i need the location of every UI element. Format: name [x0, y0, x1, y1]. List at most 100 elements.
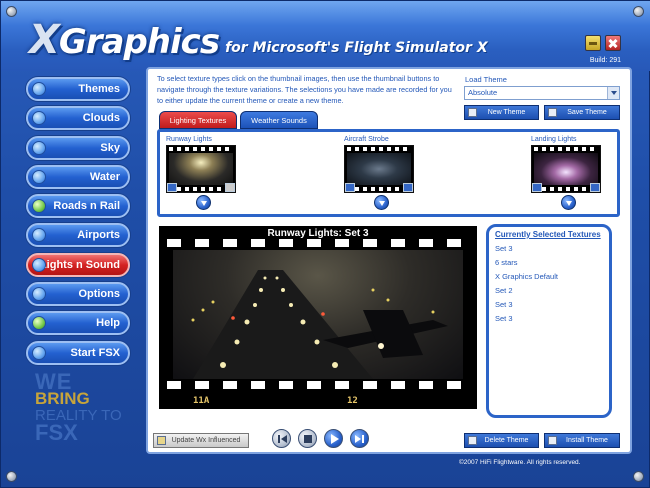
water-icon — [32, 169, 46, 184]
thumbnail-label: Runway Lights — [166, 136, 212, 143]
logo-text: Graphics — [58, 22, 220, 62]
install-icon — [548, 436, 557, 445]
sidebar-item-label: Themes — [78, 83, 120, 95]
skip-forward-button[interactable] — [350, 429, 369, 448]
sidebar-item-sky[interactable]: Sky — [26, 135, 130, 160]
selected-textures-panel: Currently Selected Textures Set 3 6 star… — [486, 224, 612, 418]
skip-back-icon — [278, 435, 287, 443]
slogan: WE BRING REALITY TO FSX — [35, 369, 135, 445]
preview-caption-right: 12 — [347, 396, 358, 406]
sidebar-item-options[interactable]: Options — [26, 282, 130, 307]
install-theme-button[interactable]: Install Theme — [544, 433, 620, 448]
preview-title: Runway Lights: Set 3 — [267, 228, 369, 239]
sidebar-item-label: Sky — [100, 141, 120, 154]
button-label: Update Wx Influenced — [171, 437, 241, 444]
plane-icon — [32, 345, 46, 360]
logo-subtitle: for Microsoft's Flight Simulator X — [225, 40, 488, 56]
sidebar-item-label: Roads n Rail — [53, 200, 120, 213]
sidebar-item-start-fsx[interactable]: Start FSX — [26, 340, 130, 365]
thumbnail-next-button[interactable] — [403, 183, 413, 192]
thumbnail-next-button[interactable] — [225, 183, 235, 192]
sidebar-item-lights-n-sound[interactable]: Lights n Sound — [26, 252, 130, 277]
chevron-down-icon[interactable] — [607, 87, 619, 99]
select-down-button[interactable] — [195, 195, 211, 210]
skip-back-button[interactable] — [272, 429, 291, 448]
intro-text: To select texture types click on the thu… — [157, 74, 452, 105]
thumbnail-prev-button[interactable] — [167, 183, 177, 192]
globe-icon — [32, 82, 46, 96]
slogan-line: WE — [35, 369, 73, 394]
select-down-button[interactable] — [373, 195, 389, 210]
sidebar-item-clouds[interactable]: Clouds — [26, 106, 130, 131]
main-panel: To select texture types click on the thu… — [146, 67, 632, 454]
sidebar-item-themes[interactable]: Themes — [26, 77, 130, 101]
copyright: ©2007 HiFi Flightware. All rights reserv… — [459, 459, 581, 466]
stop-button[interactable] — [298, 429, 317, 448]
options-icon — [32, 287, 46, 302]
document-icon — [468, 108, 477, 117]
sidebar-item-label: Clouds — [82, 112, 120, 125]
tab-weather-sounds[interactable]: Weather Sounds — [240, 111, 318, 129]
play-icon — [331, 434, 339, 444]
preview-image — [173, 250, 463, 379]
texture-thumbnails: Runway Lights Aircraft Strobe Landing Li… — [157, 129, 620, 217]
sidebar-item-airports[interactable]: Airports — [26, 223, 130, 248]
thumbnail-image[interactable] — [344, 145, 414, 193]
thumbnail-next-button[interactable] — [590, 183, 600, 192]
sidebar-item-label: Help — [96, 317, 120, 330]
update-wx-button[interactable]: Update Wx Influenced — [153, 433, 249, 448]
sidebar-item-label: Water — [89, 170, 120, 183]
lights-icon — [32, 257, 46, 272]
button-label: Delete Theme — [484, 437, 529, 444]
thumbnail-image[interactable] — [531, 145, 601, 193]
list-item: 6 stars — [495, 258, 518, 267]
close-button[interactable] — [605, 35, 621, 51]
theme-select[interactable]: Absolute — [464, 86, 620, 100]
list-item: Set 3 — [495, 314, 513, 323]
delete-theme-button[interactable]: Delete Theme — [464, 433, 539, 448]
tab-lighting-textures[interactable]: Lighting Textures — [159, 111, 237, 129]
sidebar: Themes Clouds Sky Water Roads n Rail Air… — [26, 77, 136, 370]
thumbnail-landing-lights[interactable]: Landing Lights — [531, 136, 605, 210]
theme-select-value: Absolute — [468, 88, 498, 97]
sidebar-item-roads-n-rail[interactable]: Roads n Rail — [26, 194, 130, 219]
minimize-button[interactable] — [585, 35, 601, 51]
thumbnail-label: Aircraft Strobe — [344, 136, 389, 143]
button-label: Save Theme — [567, 109, 607, 116]
list-item: Set 3 — [495, 300, 513, 309]
logo-x: X — [29, 17, 60, 63]
list-item: Set 2 — [495, 286, 513, 295]
save-icon — [548, 108, 557, 117]
thumbnail-prev-button[interactable] — [532, 183, 542, 192]
screw-icon — [633, 6, 644, 17]
play-button[interactable] — [324, 429, 343, 448]
sidebar-item-water[interactable]: Water — [26, 164, 130, 189]
slogan-line: BRING — [35, 389, 90, 408]
cloud-icon — [32, 111, 46, 126]
thumbnail-runway-lights[interactable]: Runway Lights — [166, 136, 240, 210]
select-down-button[interactable] — [560, 195, 576, 210]
sidebar-item-label: Options — [78, 288, 120, 301]
sidebar-item-label: Start FSX — [70, 346, 120, 359]
thumbnail-prev-button[interactable] — [345, 183, 355, 192]
load-theme-label: Load Theme — [465, 75, 507, 84]
stop-icon — [304, 435, 312, 443]
app-window: XGraphics for Microsoft's Flight Simulat… — [0, 0, 650, 488]
save-theme-button[interactable]: Save Theme — [544, 105, 620, 120]
film-perforations — [167, 239, 469, 247]
runway-scene-image — [191, 270, 448, 379]
slogan-line: FSX — [35, 420, 78, 445]
update-icon — [157, 436, 166, 445]
selected-textures-title: Currently Selected Textures — [495, 230, 601, 239]
screw-icon — [633, 471, 644, 482]
sidebar-item-help[interactable]: Help — [26, 311, 130, 336]
traffic-light-icon — [32, 199, 46, 214]
skip-forward-icon — [355, 435, 364, 443]
button-label: Install Theme — [566, 437, 608, 444]
sidebar-item-label: Lights n Sound — [39, 258, 120, 271]
new-theme-button[interactable]: New Theme — [464, 105, 539, 120]
thumbnail-image[interactable] — [166, 145, 236, 193]
texture-preview: Runway Lights: Set 3 11A 12 — [159, 226, 477, 409]
thumbnail-aircraft-strobe[interactable]: Aircraft Strobe — [344, 136, 418, 210]
help-icon — [32, 316, 46, 331]
